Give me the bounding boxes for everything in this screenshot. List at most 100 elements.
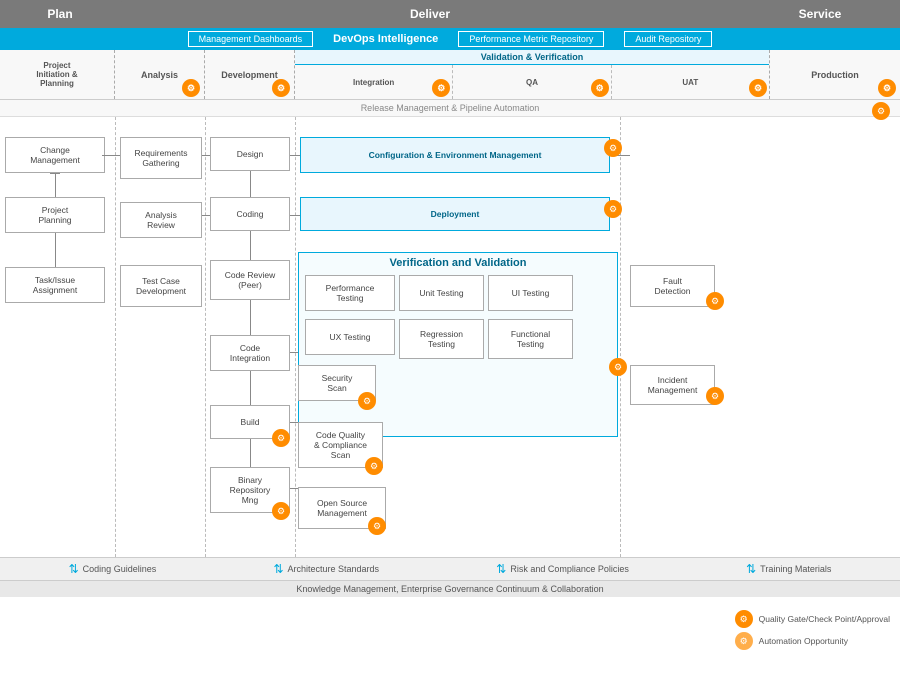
arr-coding-codereview — [250, 231, 251, 260]
arr-design-coding — [250, 171, 251, 197]
config-gear: ⚙ — [604, 139, 622, 157]
arr-design-config — [290, 155, 300, 156]
arr-h1 — [50, 173, 60, 174]
unit-testing-label: Unit Testing — [419, 288, 463, 298]
fault-detection-box: FaultDetection — [630, 265, 715, 307]
release-gear: ⚙ — [872, 102, 890, 120]
main-container: Plan Deliver Service Management Dashboar… — [0, 0, 900, 700]
req-gathering-box: RequirementsGathering — [120, 137, 202, 179]
training-materials-label: Training Materials — [760, 564, 831, 574]
coding-guidelines-label: Coding Guidelines — [83, 564, 157, 574]
plan-label: Plan — [47, 7, 72, 21]
config-env-label: Configuration & Environment Management — [369, 150, 542, 160]
regression-label: RegressionTesting — [420, 329, 463, 349]
test-case-box: Test CaseDevelopment — [120, 265, 202, 307]
stage-uat-label: UAT — [682, 78, 698, 87]
legend-gate: ⚙ Quality Gate/Check Point/Approval — [735, 610, 890, 628]
stage-analysis: Analysis ⚙ — [115, 50, 205, 99]
phase-bar: Plan Deliver Service — [0, 0, 900, 28]
code-integration-box: CodeIntegration — [210, 335, 290, 371]
legend: ⚙ Quality Gate/Check Point/Approval ⚙ Au… — [735, 610, 890, 650]
ui-testing-box: UI Testing — [488, 275, 573, 311]
arr-change-req — [102, 155, 120, 156]
coding-guidelines-arrow: ⇅ — [69, 562, 79, 576]
stage-dev-label: Development — [221, 70, 278, 80]
dev-gear: ⚙ — [272, 79, 290, 97]
perf-testing-label: PerformanceTesting — [326, 283, 375, 303]
incident-mgmt-box: IncidentManagement — [630, 365, 715, 405]
vv-gear: ⚙ — [609, 358, 627, 376]
uat-gear: ⚙ — [749, 79, 767, 97]
phase-deliver: Deliver — [120, 0, 740, 28]
divider-3 — [295, 117, 296, 557]
qa-gear: ⚙ — [591, 79, 609, 97]
service-label: Service — [799, 7, 842, 21]
production-gear: ⚙ — [878, 79, 896, 97]
deployment-box: Deployment — [300, 197, 610, 231]
vv-sub-stages: Integration ⚙ QA ⚙ UAT ⚙ — [295, 65, 769, 99]
arr-build-binary — [250, 439, 251, 467]
arr-change-project — [55, 173, 56, 197]
integration-gear: ⚙ — [432, 79, 450, 97]
ui-testing-label: UI Testing — [512, 288, 550, 298]
risk-compliance-label: Risk and Compliance Policies — [510, 564, 629, 574]
audit-repo-box: Audit Repository — [624, 31, 712, 47]
arch-standards-item: ⇅ Architecture Standards — [273, 562, 379, 576]
fault-gear: ⚙ — [706, 292, 724, 310]
training-materials-arrow: ⇅ — [746, 562, 756, 576]
analysis-review-label: AnalysisReview — [145, 210, 177, 230]
vv-header: Validation & Verification — [295, 50, 769, 65]
stage-integration: Integration ⚙ — [295, 65, 453, 99]
knowledge-label: Knowledge Management, Enterprise Governa… — [296, 584, 603, 594]
change-mgmt-label: ChangeManagement — [30, 145, 80, 165]
legend-automation-icon: ⚙ — [735, 632, 753, 650]
perf-metric-box: Performance Metric Repository — [458, 31, 604, 47]
vv-row1: PerformanceTesting Unit Testing UI Testi… — [299, 275, 617, 311]
legend-gate-label: Quality Gate/Check Point/Approval — [759, 614, 890, 624]
phase-plan: Plan — [0, 0, 120, 28]
change-mgmt-box: ChangeManagement — [5, 137, 105, 173]
deliver-label: Deliver — [410, 7, 450, 21]
incident-mgmt-label: IncidentManagement — [648, 375, 698, 395]
build-gear: ⚙ — [272, 429, 290, 447]
security-gear: ⚙ — [358, 392, 376, 410]
coding-box: Coding — [210, 197, 290, 231]
legend-automation-label: Automation Opportunity — [759, 636, 848, 646]
analysis-review-box: AnalysisReview — [120, 202, 202, 238]
task-issue-box: Task/IssueAssignment — [5, 267, 105, 303]
ux-testing-box: UX Testing — [305, 319, 395, 355]
risk-compliance-arrow: ⇅ — [496, 562, 506, 576]
stage-project-init-label: ProjectInitiation &Planning — [36, 61, 77, 88]
binary-gear: ⚙ — [272, 502, 290, 520]
deployment-label: Deployment — [431, 209, 480, 219]
stage-headers: ProjectInitiation &Planning Analysis ⚙ D… — [0, 50, 900, 100]
vv-row2: UX Testing RegressionTesting FunctionalT… — [299, 319, 617, 359]
test-case-label: Test CaseDevelopment — [136, 276, 186, 296]
stage-integration-label: Integration — [353, 78, 394, 87]
divider-1 — [115, 117, 116, 557]
arr-req-design — [202, 155, 210, 156]
divider-4 — [620, 117, 621, 557]
fault-detection-label: FaultDetection — [655, 276, 691, 296]
vv-title: Verification and Validation — [299, 253, 617, 273]
release-bar: Release Management & Pipeline Automation… — [0, 100, 900, 117]
project-planning-box: ProjectPlanning — [5, 197, 105, 233]
perf-testing-box: PerformanceTesting — [305, 275, 395, 311]
devops-bar: Management Dashboards DevOps Intelligenc… — [0, 28, 900, 50]
code-review-box: Code Review(Peer) — [210, 260, 290, 300]
project-planning-label: ProjectPlanning — [38, 205, 71, 225]
code-quality-label: Code Quality& ComplianceScan — [314, 430, 367, 460]
legend-automation: ⚙ Automation Opportunity — [735, 632, 890, 650]
arr-build-quality — [290, 422, 298, 423]
legend-gate-icon: ⚙ — [735, 610, 753, 628]
stage-development: Development ⚙ — [205, 50, 295, 99]
open-source-gear: ⚙ — [368, 517, 386, 535]
release-bar-text: Release Management & Pipeline Automation — [361, 103, 540, 113]
arr-codeint-build — [250, 371, 251, 405]
config-env-box: Configuration & Environment Management — [300, 137, 610, 173]
arch-standards-arrow: ⇅ — [273, 562, 283, 576]
build-label: Build — [241, 417, 260, 427]
arr-project-task — [55, 233, 56, 267]
plan-arrow — [120, 0, 138, 28]
arr-analysis-coding — [202, 215, 210, 216]
